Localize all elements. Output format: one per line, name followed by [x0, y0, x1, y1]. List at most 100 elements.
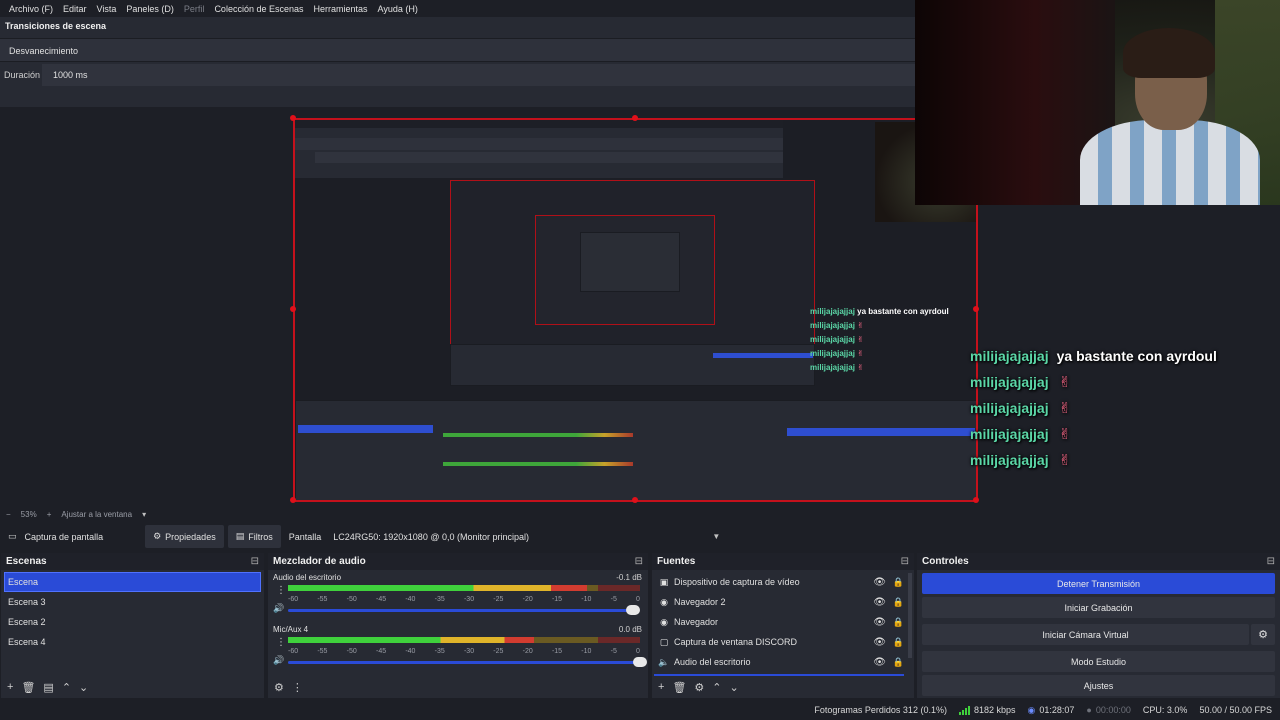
display-select[interactable]: LC24RG50: 1920x1080 @ 0,0 (Monitor princ… [329, 525, 727, 548]
scene-item[interactable]: Escena [4, 572, 261, 592]
sources-scrollbar[interactable] [908, 573, 912, 658]
broadcast-icon: ◉ [1027, 704, 1036, 715]
sources-header: Fuentes ⊟ [652, 553, 914, 570]
scenes-header: Escenas ⊟ [1, 553, 264, 570]
start-recording-button[interactable]: Iniciar Grabación [922, 597, 1275, 618]
menu-archivo[interactable]: Archivo (F) [4, 4, 58, 14]
source-item[interactable]: ▣ Dispositivo de captura de vídeo 👁 🔒 [652, 572, 914, 592]
gear-icon[interactable]: ⚙ [1251, 624, 1275, 645]
monitor-icon: ▭ [8, 531, 17, 541]
properties-button[interactable]: ⚙ Propiedades [145, 525, 224, 548]
dock-menu-icon[interactable]: ⊟ [251, 556, 259, 567]
menu-vista[interactable]: Vista [92, 4, 122, 14]
trash-icon[interactable]: 🗑 [672, 681, 686, 694]
resize-handle-bottom-right[interactable] [973, 497, 979, 503]
bitrate-indicator: 8182 kbps [958, 705, 1016, 715]
selected-source-preview[interactable]: milijajajajjaj ya bastante con ayrdoul m… [293, 118, 978, 502]
resize-handle-left[interactable] [290, 306, 296, 312]
stop-stream-button[interactable]: Detener Transmisión [922, 573, 1275, 594]
lock-icon[interactable]: 🔒 [893, 637, 904, 648]
transitions-title: Transiciones de escena [5, 21, 107, 31]
menu-perfil[interactable]: Perfil [179, 4, 210, 14]
dock-menu-icon[interactable]: ⊟ [635, 556, 643, 567]
zoom-fit-label[interactable]: Ajustar a la ventana [61, 510, 132, 519]
duration-input[interactable]: 1000 ms [42, 64, 915, 86]
resize-handle-top[interactable] [632, 115, 638, 121]
display-label: Pantalla [288, 531, 322, 542]
chat-message: milijajajajjaj ✌ [970, 369, 1217, 395]
lock-icon[interactable]: 🔒 [893, 597, 904, 608]
eye-icon[interactable]: 👁 [873, 657, 886, 668]
gear-icon[interactable]: ⚙ [694, 681, 704, 694]
scene-item[interactable]: Escena 3 [1, 592, 264, 612]
more-options-icon[interactable]: ⋮ [276, 637, 286, 648]
add-icon[interactable]: + [658, 681, 664, 693]
speaker-icon: 🔈 [658, 656, 670, 667]
trash-icon[interactable]: 🗑 [21, 681, 35, 694]
scenes-footer: + 🗑 ▤ ⌃ ⌄ [1, 676, 264, 698]
filter-icon[interactable]: ▤ [43, 681, 53, 694]
source-item[interactable]: ◉ Navegador 2 👁 🔒 [652, 592, 914, 612]
dock-menu-icon[interactable]: ⊟ [1267, 556, 1275, 567]
eye-icon[interactable]: 👁 [873, 577, 886, 588]
chat-username: milijajajajjaj [970, 452, 1049, 468]
chevron-up-icon[interactable]: ⌃ [62, 681, 71, 694]
resize-handle-right[interactable] [973, 306, 979, 312]
source-item[interactable]: 🔈 Audio del escritorio 👁 🔒 [652, 652, 914, 672]
zoom-in-button[interactable]: + [47, 510, 52, 519]
mini-nested-docks [450, 344, 815, 386]
mini-nested-stop [713, 353, 813, 358]
chevron-up-icon[interactable]: ⌃ [712, 681, 721, 694]
chevron-down-icon[interactable]: ⌄ [79, 681, 88, 694]
menu-ayuda[interactable]: Ayuda (H) [373, 4, 423, 14]
resize-handle-bottom-left[interactable] [290, 497, 296, 503]
eye-icon[interactable]: 👁 [873, 637, 886, 648]
mini-meter-1 [443, 433, 633, 437]
volume-slider-knob[interactable] [626, 605, 640, 615]
lock-icon[interactable]: 🔒 [893, 617, 904, 628]
lock-icon[interactable]: 🔒 [893, 577, 904, 588]
scene-item[interactable]: Escena 4 [1, 632, 264, 652]
speaker-icon[interactable]: 🔊 [273, 603, 284, 614]
dock-menu-icon[interactable]: ⊟ [901, 556, 909, 567]
scene-item[interactable]: Escena 2 [1, 612, 264, 632]
advanced-audio-icon[interactable]: ⚙ [274, 681, 284, 694]
fps-indicator: 50.00 / 50.00 FPS [1199, 705, 1272, 715]
menu-editar[interactable]: Editar [58, 4, 92, 14]
more-options-icon[interactable]: ⋮ [276, 585, 286, 596]
zoom-out-button[interactable]: − [6, 510, 11, 519]
chat-text: ya bastante con ayrdoul [1056, 348, 1217, 364]
transition-select[interactable]: Desvanecimiento [0, 38, 915, 62]
eye-icon[interactable]: 👁 [873, 597, 886, 608]
recording-indicator: ● 00:00:00 [1086, 705, 1130, 715]
gear-icon: ⚙ [153, 531, 162, 541]
menu-herramientas[interactable]: Herramientas [309, 4, 373, 14]
lock-icon[interactable]: 🔒 [893, 657, 904, 668]
eye-icon[interactable]: 👁 [873, 617, 886, 628]
filters-button[interactable]: ▤ Filtros [227, 525, 281, 548]
source-item[interactable]: ▢ Captura de ventana DISCORD 👁 🔒 [652, 632, 914, 652]
rec-time: 00:00:00 [1095, 705, 1131, 715]
resize-handle-top-left[interactable] [290, 115, 296, 121]
source-item[interactable]: ◉ Navegador 👁 🔒 [652, 612, 914, 632]
signal-bars-icon [958, 705, 970, 715]
add-icon[interactable]: + [7, 681, 13, 693]
speaker-icon[interactable]: 🔊 [273, 655, 284, 666]
record-icon: ● [1086, 705, 1092, 715]
menu-coleccion-escenas[interactable]: Colección de Escenas [209, 4, 308, 14]
volume-slider-knob[interactable] [633, 657, 647, 667]
studio-mode-button[interactable]: Modo Estudio [922, 651, 1275, 672]
status-bar: Fotogramas Perdidos 312 (0.1%) 8182 kbps… [0, 700, 1280, 720]
properties-label: Propiedades [165, 531, 216, 542]
chevron-down-icon[interactable]: ⌄ [730, 681, 739, 694]
resize-handle-bottom[interactable] [632, 497, 638, 503]
start-virtual-cam-button[interactable]: Iniciar Cámara Virtual [922, 624, 1249, 645]
menu-paneles[interactable]: Paneles (D) [121, 4, 179, 14]
scenes-title: Escenas [6, 556, 47, 567]
globe-icon: ◉ [660, 616, 668, 627]
settings-button[interactable]: Ajustes [922, 675, 1275, 696]
more-options-icon[interactable]: ⋮ [292, 681, 303, 694]
volume-slider-fill [288, 661, 640, 664]
zoom-dropdown-icon[interactable]: ▾ [142, 510, 146, 519]
source-name: Captura de ventana DISCORD [674, 637, 798, 647]
